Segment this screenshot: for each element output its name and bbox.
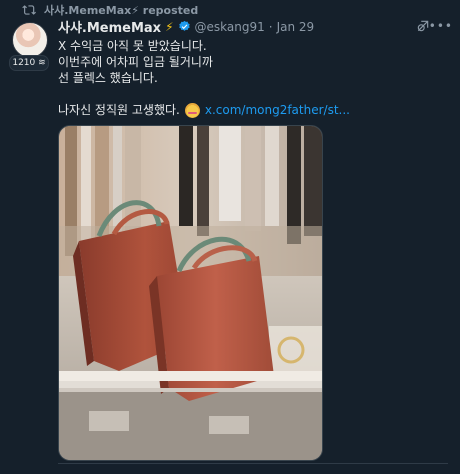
- tweet-header: 사샤.MemeMax ⚡ @eskang91 · Jan 29: [58, 17, 315, 37]
- tweet-photo[interactable]: [58, 125, 323, 461]
- repost-context[interactable]: 사샤.MemeMax⚡ reposted: [22, 2, 198, 18]
- divider: [58, 463, 448, 474]
- timestamp[interactable]: Jan 29: [277, 20, 315, 34]
- more-options-icon[interactable]: •••: [429, 20, 453, 32]
- separator: ·: [268, 19, 273, 34]
- tweet-line: X 수익금 아직 못 받았습니다.: [58, 39, 207, 53]
- handle[interactable]: @eskang91: [195, 20, 265, 34]
- smiling-face-with-hearts-icon: [184, 102, 200, 118]
- tweet-link[interactable]: x.com/mong2father/st...: [205, 102, 350, 118]
- tweet-closing-text: 나자신 정직원 고생했다.: [58, 103, 180, 117]
- repost-label: 사샤.MemeMax⚡ reposted: [44, 4, 199, 17]
- repost-icon: [22, 5, 36, 15]
- display-name[interactable]: 사샤.MemeMax: [58, 17, 161, 36]
- photo-shopping-bags: [59, 126, 322, 460]
- follower-badge: 1210 ≋: [9, 55, 49, 71]
- avatar[interactable]: [12, 22, 48, 58]
- name-emoji: ⚡: [165, 19, 174, 34]
- verified-badge-icon: [178, 20, 190, 31]
- tweet-text: X 수익금 아직 못 받았습니다. 이번주에 어차피 입금 될거니까 선 플렉스…: [58, 38, 448, 118]
- tweet-line: 이번주에 어차피 입금 될거니까: [58, 55, 213, 69]
- tweet-line: 선 플렉스 했습니다.: [58, 71, 158, 85]
